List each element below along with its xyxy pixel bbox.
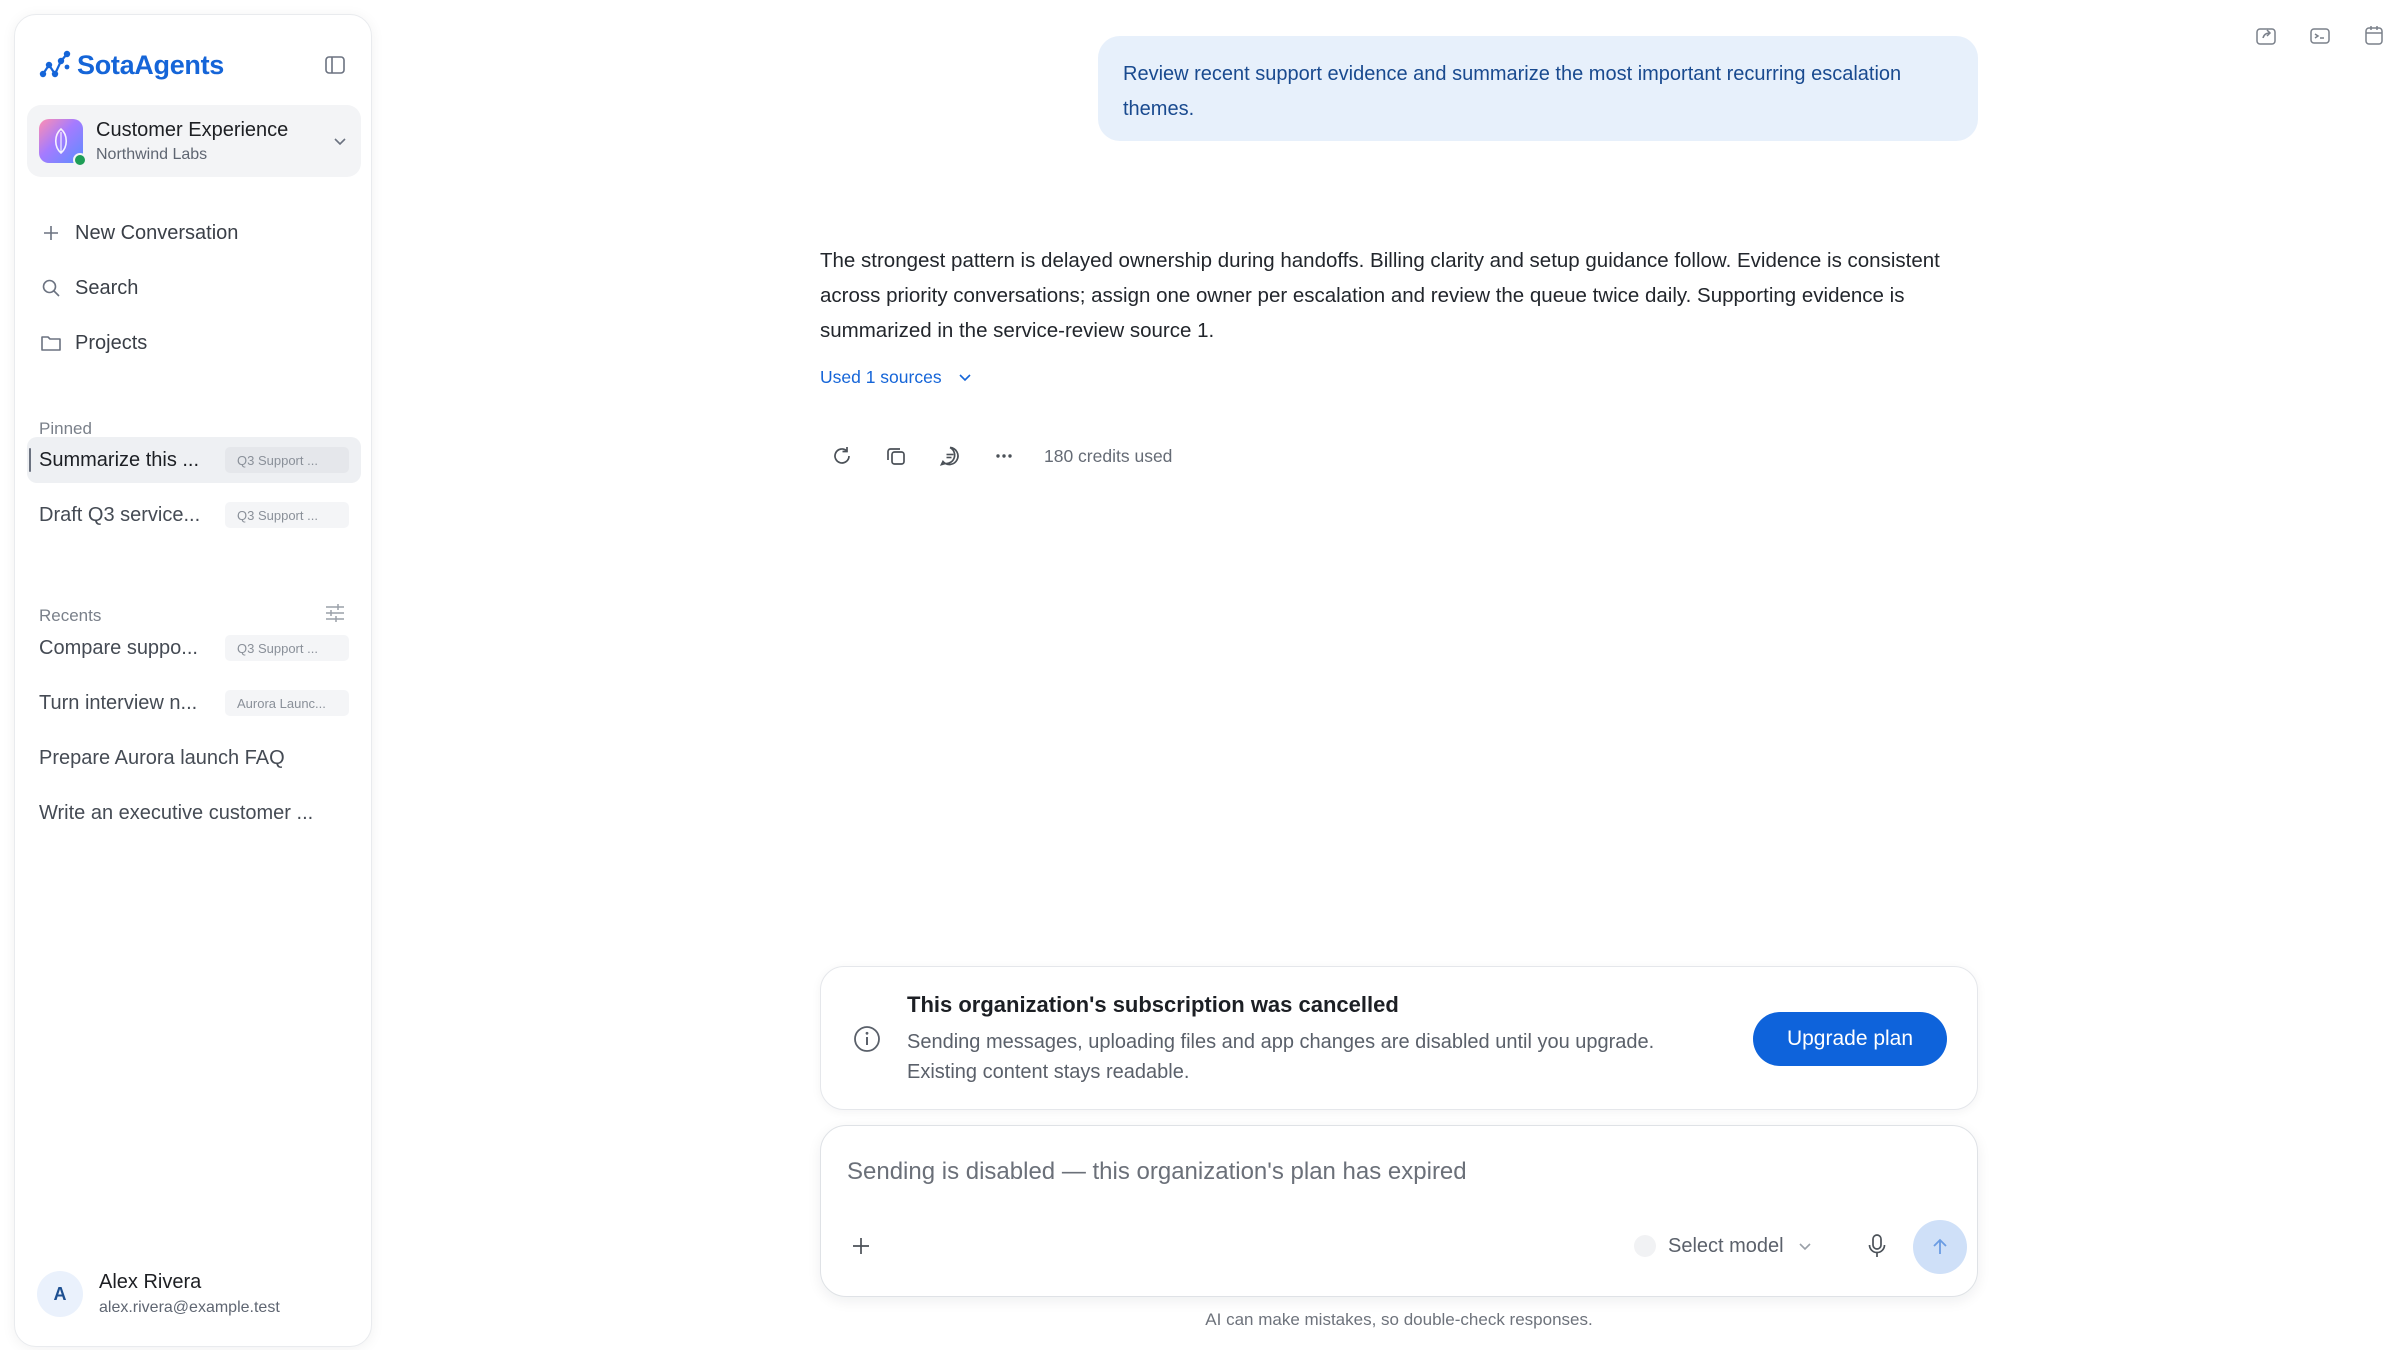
plus-icon [853, 1238, 869, 1254]
brand-logo-icon [37, 47, 73, 83]
recent-conversation-item[interactable]: Turn interview n... Aurora Launc... [27, 680, 361, 726]
info-icon [852, 1024, 882, 1054]
workspace-name: Customer Experience [96, 118, 289, 141]
pinned-conversation-item[interactable]: Summarize this ... Q3 Support ... [27, 437, 361, 483]
model-icon [1634, 1235, 1656, 1257]
workspace-switcher[interactable]: Customer Experience Northwind Labs [27, 105, 361, 177]
microphone-icon [1868, 1234, 1886, 1257]
upgrade-plan-button[interactable]: Upgrade plan [1753, 1012, 1947, 1066]
banner-body: Sending messages, uploading files and ap… [907, 1031, 1655, 1083]
copy-icon[interactable] [880, 440, 912, 472]
sidebar: SotaAgents Customer Experience Northwind… [14, 14, 372, 1347]
conversation-title: Prepare Aurora launch FAQ [39, 746, 285, 769]
assistant-message: The strongest pattern is delayed ownersh… [820, 249, 1940, 342]
conversation-title: Turn interview n... [39, 691, 198, 714]
folder-icon [39, 331, 63, 355]
comment-icon[interactable] [934, 440, 966, 472]
share-icon[interactable] [2250, 20, 2282, 52]
project-tag: Q3 Support ... [225, 447, 349, 473]
workspace-avatar [39, 119, 87, 167]
user-message-bubble: Review recent support evidence and summa… [1098, 36, 1978, 141]
banner-title: This organization's subscription was can… [907, 992, 1399, 1017]
conversation-title: Write an executive customer ... [39, 801, 314, 824]
message-actions: 180 credits used [826, 440, 1172, 472]
user-name: Alex Rivera [99, 1271, 202, 1293]
recent-conversation-item[interactable]: Write an executive customer ... [27, 790, 361, 836]
composer: Select model [820, 1125, 1978, 1297]
nav-label: New Conversation [75, 221, 239, 244]
conversation-title: Compare suppo... [39, 636, 198, 659]
arrow-up-icon [1933, 1238, 1947, 1254]
model-select[interactable]: Select model [1634, 1230, 1814, 1262]
send-button[interactable] [1913, 1220, 1967, 1274]
chevron-down-icon [959, 374, 971, 382]
user-profile[interactable]: A Alex Rivera alex.rivera@example.test [37, 1264, 349, 1324]
subscription-cancelled-banner: This organization's subscription was can… [820, 966, 1978, 1110]
model-select-label: Select model [1668, 1234, 1784, 1257]
nav-label: Search [75, 276, 139, 299]
search-button[interactable]: Search [39, 271, 349, 305]
nav-label: Projects [75, 331, 148, 354]
credits-used: 180 credits used [1044, 445, 1173, 466]
recents-section-label: Recents [39, 606, 102, 625]
calendar-icon[interactable] [2358, 20, 2390, 52]
avatar: A [37, 1271, 83, 1317]
plus-icon [39, 221, 63, 245]
top-actions [2250, 20, 2390, 52]
brand-name: SotaAgents [77, 49, 225, 80]
more-icon[interactable] [988, 440, 1020, 472]
sidebar-toggle-button[interactable] [321, 51, 349, 79]
new-conversation-button[interactable]: New Conversation [39, 216, 349, 250]
pinned-conversation-item[interactable]: Draft Q3 service... Q3 Support ... [27, 492, 361, 538]
user-email: alex.rivera@example.test [99, 1299, 280, 1316]
recent-conversation-item[interactable]: Prepare Aurora launch FAQ [27, 735, 361, 781]
search-icon [39, 276, 63, 300]
disclaimer: AI can make mistakes, so double-check re… [1205, 1310, 1593, 1329]
projects-button[interactable]: Projects [39, 326, 349, 360]
workspace-status-dot [73, 153, 87, 167]
project-tag: Q3 Support ... [225, 502, 349, 528]
workspace-org: Northwind Labs [96, 145, 208, 163]
regenerate-icon[interactable] [826, 440, 858, 472]
workspace-leaf-icon [54, 127, 68, 155]
brand-row: SotaAgents [37, 45, 349, 85]
panel-icon[interactable] [2304, 20, 2336, 52]
microphone-button[interactable] [1861, 1228, 1893, 1264]
chevron-down-icon [1799, 1243, 1811, 1251]
filter-sliders-icon[interactable] [323, 601, 347, 625]
attach-button[interactable] [845, 1230, 877, 1262]
message-input[interactable] [847, 1152, 1847, 1192]
recent-conversation-item[interactable]: Compare suppo... Q3 Support ... [27, 625, 361, 671]
conversation-title: Draft Q3 service... [39, 503, 201, 526]
pinned-section-label: Pinned [39, 419, 92, 438]
sources-label: Used 1 sources [820, 366, 942, 387]
project-tag: Aurora Launc... [225, 690, 349, 716]
project-tag: Q3 Support ... [225, 635, 349, 661]
chevron-down-icon [331, 132, 349, 150]
conversation-title: Summarize this ... [39, 448, 200, 471]
sources-toggle[interactable]: Used 1 sources [820, 364, 974, 390]
sidebar-toggle-icon [325, 56, 345, 74]
